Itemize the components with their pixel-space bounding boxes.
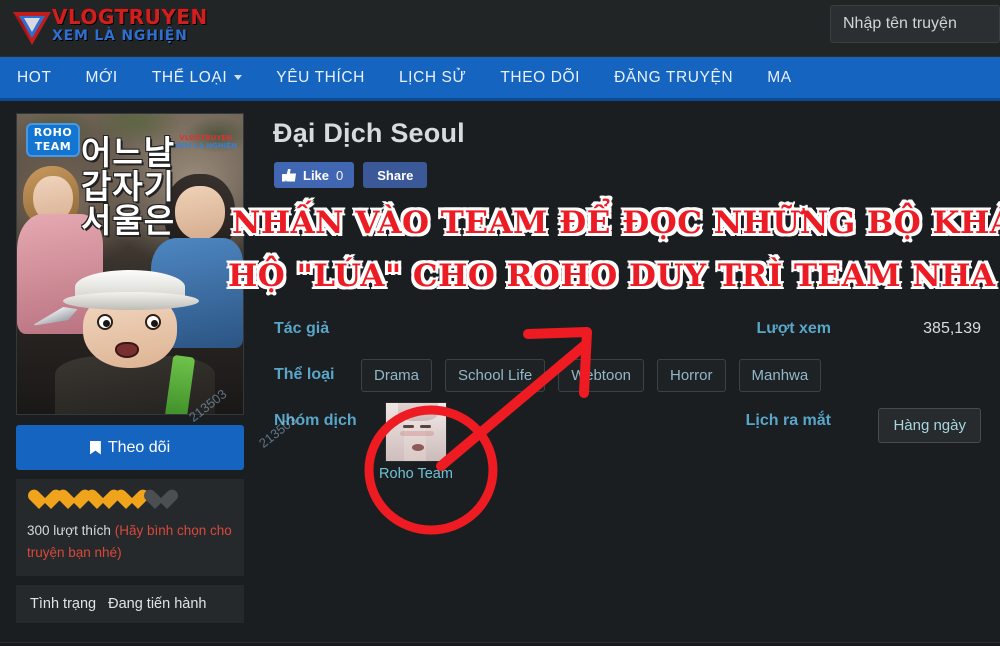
site-logo[interactable]: VLOGTRUYEN XEM LÀ NGHIỆN xyxy=(8,4,208,50)
likes-line: 300 lượt thích (Hãy bình chọn cho truyện… xyxy=(27,520,233,564)
heart-icon-5[interactable] xyxy=(143,490,167,512)
cover-eye-right xyxy=(145,314,161,330)
logo-title: VLOGTRUYEN xyxy=(52,5,208,29)
nav-item-moi[interactable]: MỚI xyxy=(69,56,135,100)
nav-item-theo-doi[interactable]: THEO DÕI xyxy=(483,56,597,100)
nav-label: HOT xyxy=(17,68,52,86)
nav-label: MA xyxy=(767,68,792,86)
share-label: Share xyxy=(377,167,414,183)
page-root: VLOGTRUYEN XEM LÀ NGHIỆN HOT MỚI THỂ LOẠ… xyxy=(0,0,1000,646)
thumbs-up-icon xyxy=(282,168,296,182)
like-label: Like xyxy=(303,167,330,183)
avatar xyxy=(385,402,447,462)
team-label: Nhóm dịch xyxy=(274,412,357,429)
team-cell: Roho Team xyxy=(361,400,691,482)
search-input[interactable] xyxy=(830,5,1000,43)
translation-team[interactable]: Roho Team xyxy=(361,400,471,482)
like-count: 0 xyxy=(336,167,344,183)
cover-team-badge: ROHO TEAM xyxy=(26,123,80,157)
footer-divider xyxy=(0,642,1000,646)
social-buttons: Like 0 Share xyxy=(274,162,990,188)
cover-korean-title: 어느날 갑자기 서울은 xyxy=(81,133,176,240)
schedule-badge[interactable]: Hàng ngày xyxy=(878,408,981,443)
schedule-cell: Hàng ngày xyxy=(841,400,981,443)
main-content: Đại Dịch Seoul Like 0 Share Tác giả Lượt… xyxy=(265,113,990,482)
main-navigation: HOT MỚI THỂ LOẠI YÊU THÍCH LỊCH SỬ THEO … xyxy=(0,57,1000,101)
heart-icon-1[interactable] xyxy=(27,490,51,512)
genre-tag-list: Drama School Life Webtoon Horror Manhwa xyxy=(361,354,990,392)
views-value: 385,139 xyxy=(923,320,981,337)
logo-text: VLOGTRUYEN XEM LÀ NGHIỆN xyxy=(52,5,208,50)
likes-count-text: 300 lượt thích xyxy=(27,523,111,538)
info-row-author-views: Tác giả Lượt xem 385,139 xyxy=(265,308,990,354)
heart-icon-4[interactable] xyxy=(114,490,138,512)
status-label: Tình trạng xyxy=(30,596,97,612)
genre-tag-manhwa[interactable]: Manhwa xyxy=(738,359,822,392)
cover-team-badge-line2: TEAM xyxy=(34,140,72,153)
nav-item-yeu-thich[interactable]: YÊU THÍCH xyxy=(259,56,382,100)
info-row-team-schedule: Nhóm dịch Roho Team Lịch ra mắt Hàng ngà… xyxy=(265,400,990,482)
views-label: Lượt xem xyxy=(756,320,831,337)
genre-tag-drama[interactable]: Drama xyxy=(361,359,433,392)
cover-cap-brim xyxy=(63,292,199,310)
genre-tag-horror[interactable]: Horror xyxy=(657,359,726,392)
nav-label: MỚI xyxy=(85,68,118,86)
facebook-like-button[interactable]: Like 0 xyxy=(274,162,355,188)
nav-item-lich-su[interactable]: LỊCH SỬ xyxy=(382,56,483,100)
cover-team-badge-line1: ROHO xyxy=(33,126,73,139)
status-box: Tình trạng Đang tiến hành xyxy=(16,585,244,623)
cover-figure-right-face xyxy=(175,186,225,240)
sidebar: ROHO TEAM 어느날 갑자기 서울은 VLOGTRUYEN XEM LÀ … xyxy=(16,113,244,623)
cover-site-watermark: VLOGTRUYEN XEM LÀ NGHIỆN xyxy=(174,134,237,150)
rating-box: 300 lượt thích (Hãy bình chọn cho truyện… xyxy=(16,479,244,576)
cover-watermark-line1: VLOGTRUYEN xyxy=(179,134,233,142)
logo-tagline: XEM LÀ NGHIỆN xyxy=(52,28,188,44)
genre-tag-webtoon[interactable]: Webtoon xyxy=(558,359,644,392)
status-badge: Đang tiến hành xyxy=(108,596,207,612)
nav-item-hot[interactable]: HOT xyxy=(0,56,69,100)
genres-label: Thể loại xyxy=(274,366,335,383)
comic-info-table: Tác giả Lượt xem 385,139 Thể loại Drama … xyxy=(265,308,990,482)
nav-label: THỂ LOẠI xyxy=(151,68,228,86)
schedule-label: Lịch ra mắt xyxy=(745,412,831,429)
heart-icon-2[interactable] xyxy=(56,490,80,512)
cover-eye-left xyxy=(97,314,113,330)
follow-button-label: Theo dõi xyxy=(107,438,171,456)
nav-label: ĐĂNG TRUYỆN xyxy=(614,68,734,86)
bookmark-icon xyxy=(89,440,101,455)
page-title: Đại Dịch Seoul xyxy=(273,118,465,148)
site-header: VLOGTRUYEN XEM LÀ NGHIỆN xyxy=(0,0,1000,57)
nav-item-dang-truyen[interactable]: ĐĂNG TRUYỆN xyxy=(597,56,750,100)
cover-mouth xyxy=(115,342,139,358)
nav-label: THEO DÕI xyxy=(500,68,581,86)
nav-item-ma[interactable]: MA xyxy=(750,56,808,100)
comic-cover-image[interactable]: ROHO TEAM 어느날 갑자기 서울은 VLOGTRUYEN XEM LÀ … xyxy=(16,113,244,415)
info-row-genres: Thể loại Drama School Life Webtoon Horro… xyxy=(265,354,990,400)
chevron-down-icon xyxy=(234,75,243,80)
cover-watermark-line2: XEM LÀ NGHIỆN xyxy=(174,142,237,150)
author-label: Tác giả xyxy=(274,320,330,337)
team-name: Roho Team xyxy=(379,466,453,482)
triangle-play-logo-icon xyxy=(13,12,51,45)
heart-icon-3[interactable] xyxy=(85,490,109,512)
author-value xyxy=(361,308,691,320)
genre-tag-school-life[interactable]: School Life xyxy=(445,359,546,392)
nav-item-the-loai[interactable]: THỂ LOẠI xyxy=(135,56,259,100)
nav-label: LỊCH SỬ xyxy=(398,68,467,86)
facebook-share-button[interactable]: Share xyxy=(363,162,428,188)
heart-rating[interactable] xyxy=(27,490,233,512)
follow-button[interactable]: Theo dõi xyxy=(16,425,244,470)
nav-label: YÊU THÍCH xyxy=(276,68,365,86)
